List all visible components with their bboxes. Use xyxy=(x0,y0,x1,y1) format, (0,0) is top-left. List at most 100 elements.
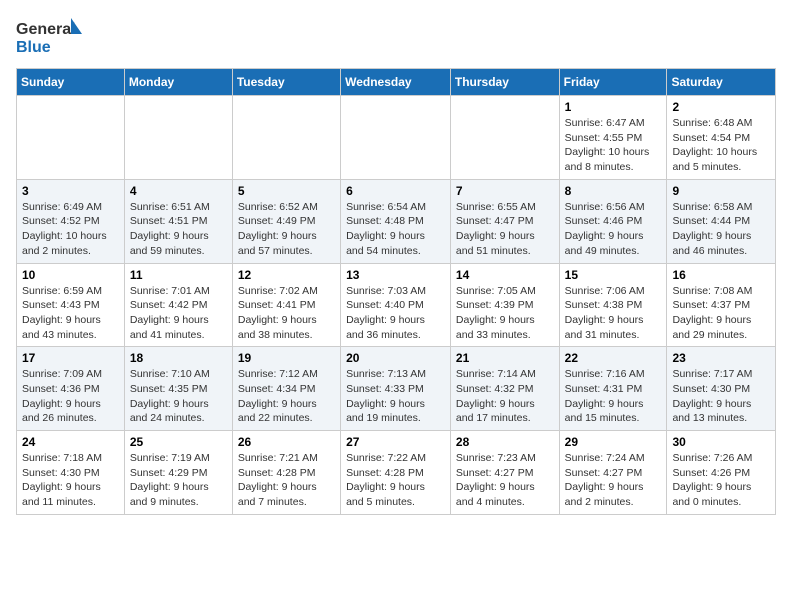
day-of-week-header: Thursday xyxy=(450,69,559,96)
day-info: Sunrise: 7:14 AM Sunset: 4:32 PM Dayligh… xyxy=(456,367,554,426)
logo-svg: GeneralBlue xyxy=(16,16,86,58)
calendar-cell: 21 Sunrise: 7:14 AM Sunset: 4:32 PM Dayli… xyxy=(450,347,559,431)
day-number: 20 xyxy=(346,351,445,365)
day-of-week-header: Monday xyxy=(124,69,232,96)
calendar-cell: 28 Sunrise: 7:23 AM Sunset: 4:27 PM Dayli… xyxy=(450,431,559,515)
day-of-week-header: Sunday xyxy=(17,69,125,96)
day-number: 10 xyxy=(22,268,119,282)
day-info: Sunrise: 6:54 AM Sunset: 4:48 PM Dayligh… xyxy=(346,200,445,259)
calendar-week-row: 17 Sunrise: 7:09 AM Sunset: 4:36 PM Dayli… xyxy=(17,347,776,431)
calendar-cell: 1 Sunrise: 6:47 AM Sunset: 4:55 PM Daylig… xyxy=(559,96,667,180)
day-of-week-header: Wednesday xyxy=(341,69,451,96)
day-number: 11 xyxy=(130,268,227,282)
day-number: 4 xyxy=(130,184,227,198)
calendar-cell: 18Sunrise: 7:10 AM Sunset: 4:35 PM Dayli… xyxy=(124,347,232,431)
calendar-cell: 7 Sunrise: 6:55 AM Sunset: 4:47 PM Daylig… xyxy=(450,179,559,263)
calendar-cell: 27Sunrise: 7:22 AM Sunset: 4:28 PM Dayli… xyxy=(341,431,451,515)
day-number: 16 xyxy=(672,268,770,282)
calendar-cell: 19 Sunrise: 7:12 AM Sunset: 4:34 PM Dayli… xyxy=(232,347,340,431)
day-number: 29 xyxy=(565,435,662,449)
day-info: Sunrise: 7:21 AM Sunset: 4:28 PM Dayligh… xyxy=(238,451,335,510)
day-info: Sunrise: 6:51 AM Sunset: 4:51 PM Dayligh… xyxy=(130,200,227,259)
day-info: Sunrise: 6:59 AM Sunset: 4:43 PM Dayligh… xyxy=(22,284,119,343)
calendar-cell: 6 Sunrise: 6:54 AM Sunset: 4:48 PM Daylig… xyxy=(341,179,451,263)
day-info: Sunrise: 6:47 AM Sunset: 4:55 PM Dayligh… xyxy=(565,116,662,175)
calendar-cell: 20 Sunrise: 7:13 AM Sunset: 4:33 PM Dayli… xyxy=(341,347,451,431)
day-number: 21 xyxy=(456,351,554,365)
calendar-cell: 9Sunrise: 6:58 AM Sunset: 4:44 PM Daylig… xyxy=(667,179,776,263)
svg-text:Blue: Blue xyxy=(16,39,51,56)
calendar-cell xyxy=(341,96,451,180)
day-number: 23 xyxy=(672,351,770,365)
calendar-cell: 3 Sunrise: 6:49 AM Sunset: 4:52 PM Daylig… xyxy=(17,179,125,263)
day-info: Sunrise: 6:56 AM Sunset: 4:46 PM Dayligh… xyxy=(565,200,662,259)
day-info: Sunrise: 7:23 AM Sunset: 4:27 PM Dayligh… xyxy=(456,451,554,510)
day-number: 22 xyxy=(565,351,662,365)
day-info: Sunrise: 7:03 AM Sunset: 4:40 PM Dayligh… xyxy=(346,284,445,343)
day-number: 2 xyxy=(672,100,770,114)
day-info: Sunrise: 7:16 AM Sunset: 4:31 PM Dayligh… xyxy=(565,367,662,426)
day-number: 18 xyxy=(130,351,227,365)
day-info: Sunrise: 7:05 AM Sunset: 4:39 PM Dayligh… xyxy=(456,284,554,343)
calendar-cell: 10 Sunrise: 6:59 AM Sunset: 4:43 PM Dayli… xyxy=(17,263,125,347)
day-number: 25 xyxy=(130,435,227,449)
day-info: Sunrise: 7:13 AM Sunset: 4:33 PM Dayligh… xyxy=(346,367,445,426)
day-info: Sunrise: 6:49 AM Sunset: 4:52 PM Dayligh… xyxy=(22,200,119,259)
calendar-week-row: 3 Sunrise: 6:49 AM Sunset: 4:52 PM Daylig… xyxy=(17,179,776,263)
day-info: Sunrise: 7:18 AM Sunset: 4:30 PM Dayligh… xyxy=(22,451,119,510)
calendar-week-row: 1 Sunrise: 6:47 AM Sunset: 4:55 PM Daylig… xyxy=(17,96,776,180)
day-number: 17 xyxy=(22,351,119,365)
day-info: Sunrise: 7:26 AM Sunset: 4:26 PM Dayligh… xyxy=(672,451,770,510)
day-info: Sunrise: 7:17 AM Sunset: 4:30 PM Dayligh… xyxy=(672,367,770,426)
calendar-cell xyxy=(450,96,559,180)
day-info: Sunrise: 6:55 AM Sunset: 4:47 PM Dayligh… xyxy=(456,200,554,259)
calendar-cell: 14 Sunrise: 7:05 AM Sunset: 4:39 PM Dayli… xyxy=(450,263,559,347)
day-of-week-header: Saturday xyxy=(667,69,776,96)
calendar-cell: 25 Sunrise: 7:19 AM Sunset: 4:29 PM Dayli… xyxy=(124,431,232,515)
logo: GeneralBlue xyxy=(16,16,86,58)
day-number: 3 xyxy=(22,184,119,198)
day-info: Sunrise: 7:08 AM Sunset: 4:37 PM Dayligh… xyxy=(672,284,770,343)
day-number: 1 xyxy=(565,100,662,114)
calendar-cell: 17 Sunrise: 7:09 AM Sunset: 4:36 PM Dayli… xyxy=(17,347,125,431)
calendar-cell xyxy=(17,96,125,180)
day-info: Sunrise: 6:48 AM Sunset: 4:54 PM Dayligh… xyxy=(672,116,770,175)
calendar-cell: 11 Sunrise: 7:01 AM Sunset: 4:42 PM Dayli… xyxy=(124,263,232,347)
calendar-cell: 4 Sunrise: 6:51 AM Sunset: 4:51 PM Daylig… xyxy=(124,179,232,263)
calendar-cell: 24 Sunrise: 7:18 AM Sunset: 4:30 PM Dayli… xyxy=(17,431,125,515)
calendar-cell: 15Sunrise: 7:06 AM Sunset: 4:38 PM Dayli… xyxy=(559,263,667,347)
calendar-cell xyxy=(124,96,232,180)
day-number: 13 xyxy=(346,268,445,282)
calendar-cell: 26Sunrise: 7:21 AM Sunset: 4:28 PM Dayli… xyxy=(232,431,340,515)
day-number: 19 xyxy=(238,351,335,365)
day-info: Sunrise: 7:24 AM Sunset: 4:27 PM Dayligh… xyxy=(565,451,662,510)
day-number: 15 xyxy=(565,268,662,282)
calendar-cell: 22 Sunrise: 7:16 AM Sunset: 4:31 PM Dayli… xyxy=(559,347,667,431)
day-info: Sunrise: 7:09 AM Sunset: 4:36 PM Dayligh… xyxy=(22,367,119,426)
page-header: GeneralBlue xyxy=(16,16,776,58)
calendar-body: 1 Sunrise: 6:47 AM Sunset: 4:55 PM Daylig… xyxy=(17,96,776,515)
calendar-cell xyxy=(232,96,340,180)
day-number: 30 xyxy=(672,435,770,449)
day-of-week-header: Tuesday xyxy=(232,69,340,96)
calendar-week-row: 24 Sunrise: 7:18 AM Sunset: 4:30 PM Dayli… xyxy=(17,431,776,515)
day-number: 9 xyxy=(672,184,770,198)
day-number: 7 xyxy=(456,184,554,198)
calendar-cell: 2 Sunrise: 6:48 AM Sunset: 4:54 PM Daylig… xyxy=(667,96,776,180)
day-number: 6 xyxy=(346,184,445,198)
calendar-cell: 29 Sunrise: 7:24 AM Sunset: 4:27 PM Dayli… xyxy=(559,431,667,515)
day-number: 14 xyxy=(456,268,554,282)
day-info: Sunrise: 7:19 AM Sunset: 4:29 PM Dayligh… xyxy=(130,451,227,510)
day-number: 28 xyxy=(456,435,554,449)
calendar-header-row: SundayMondayTuesdayWednesdayThursdayFrid… xyxy=(17,69,776,96)
calendar-cell: 8Sunrise: 6:56 AM Sunset: 4:46 PM Daylig… xyxy=(559,179,667,263)
day-number: 24 xyxy=(22,435,119,449)
day-number: 5 xyxy=(238,184,335,198)
day-info: Sunrise: 7:01 AM Sunset: 4:42 PM Dayligh… xyxy=(130,284,227,343)
day-number: 27 xyxy=(346,435,445,449)
calendar-cell: 12Sunrise: 7:02 AM Sunset: 4:41 PM Dayli… xyxy=(232,263,340,347)
calendar-cell: 23 Sunrise: 7:17 AM Sunset: 4:30 PM Dayli… xyxy=(667,347,776,431)
calendar-week-row: 10 Sunrise: 6:59 AM Sunset: 4:43 PM Dayli… xyxy=(17,263,776,347)
day-info: Sunrise: 6:52 AM Sunset: 4:49 PM Dayligh… xyxy=(238,200,335,259)
day-info: Sunrise: 7:12 AM Sunset: 4:34 PM Dayligh… xyxy=(238,367,335,426)
